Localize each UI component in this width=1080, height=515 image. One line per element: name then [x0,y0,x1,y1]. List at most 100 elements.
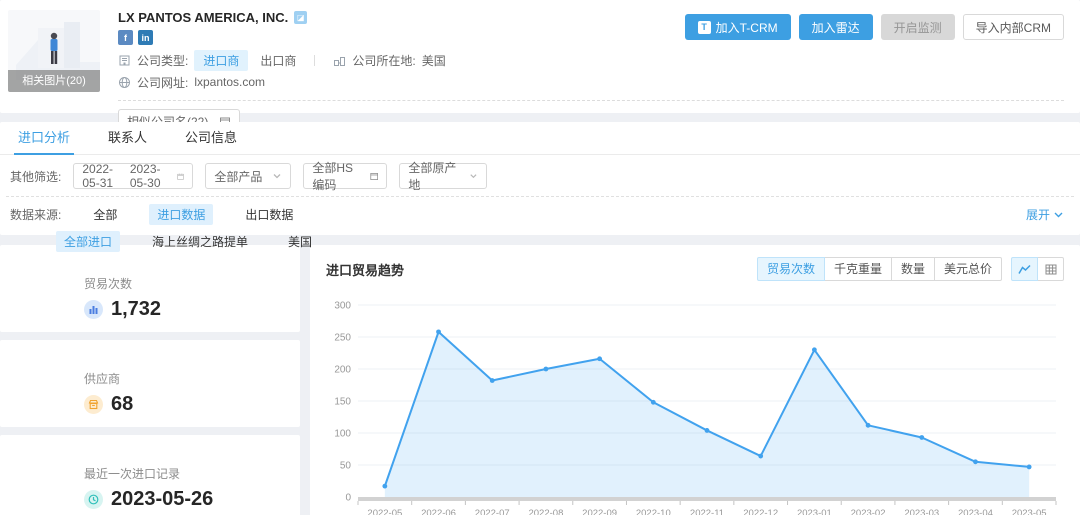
start-monitor-button[interactable]: 开启监测 [881,14,955,40]
page: 相关图片(20) LX PANTOS AMERICA, INC. ◪ f in … [0,0,1080,515]
linkedin-icon[interactable]: in [138,30,153,45]
expand-toggle[interactable]: 展开 [1026,206,1064,223]
tab-import-analysis[interactable]: 进口分析 [18,122,70,155]
stat-value: 2023-05-26 [111,488,213,511]
globe-icon [118,76,131,89]
sub-option-usa[interactable]: 美国 [280,231,320,252]
chart-title: 进口贸易趋势 [326,260,404,279]
building-icon [118,54,131,67]
table-grid-icon [1045,264,1057,275]
panel-icon [370,171,378,182]
svg-text:2022-05: 2022-05 [367,508,402,515]
header-actions: T 加入T-CRM 加入雷达 开启监测 导入内部CRM [685,14,1064,40]
metric-quantity[interactable]: 数量 [891,257,935,281]
stats-column: 贸易次数 1,732 供应商 [0,245,300,515]
data-source-sub-row: 全部进口 海上丝绸之路提单 美国 [0,225,1080,252]
chevron-down-icon [272,171,282,181]
metric-kg-weight[interactable]: 千克重量 [824,257,892,281]
tcrm-icon: T [698,21,711,34]
facebook-icon[interactable]: f [118,30,133,45]
add-radar-label: 加入雷达 [812,19,860,36]
origin-select[interactable]: 全部原产地 [399,163,487,189]
tab-contacts[interactable]: 联系人 [108,122,147,155]
company-header-card: 相关图片(20) LX PANTOS AMERICA, INC. ◪ f in … [0,0,1080,113]
sub-option-silk-road[interactable]: 海上丝绸之路提单 [144,231,256,252]
company-badge-icon[interactable]: ◪ [294,11,307,24]
source-option-import[interactable]: 进口数据 [149,204,213,225]
importer-tag[interactable]: 进口商 [194,50,248,71]
svg-text:2023-03: 2023-03 [904,508,939,515]
line-chart-icon [1018,264,1031,275]
company-name: LX PANTOS AMERICA, INC. [118,10,288,25]
metric-toggle-group: 贸易次数 千克重量 数量 美元总价 [757,257,1002,281]
source-option-export[interactable]: 出口数据 [237,204,301,225]
main-content: 贸易次数 1,732 供应商 [0,245,1080,515]
stat-value: 1,732 [111,298,161,321]
date-end: 2023-05-30 [130,162,169,190]
clock-icon [84,490,103,509]
company-type-label: 公司类型: [137,52,188,69]
svg-text:2022-07: 2022-07 [475,508,510,515]
line-chart-view-button[interactable] [1011,257,1038,281]
chevron-down-icon [469,171,478,181]
svg-text:2022-08: 2022-08 [528,508,563,515]
add-tcrm-label: 加入T-CRM [716,19,778,36]
calendar-icon [177,171,184,182]
date-start: 2022-05-31 [82,162,121,190]
add-radar-button[interactable]: 加入雷达 [799,14,873,40]
header-dashed-divider [118,100,1064,101]
website-value[interactable]: lxpantos.com [194,75,265,89]
table-view-button[interactable] [1037,257,1064,281]
stat-card-last-import: 最近一次进口记录 2023-05-26 [0,435,300,515]
svg-text:2022-11: 2022-11 [690,508,724,515]
chart-controls: 贸易次数 千克重量 数量 美元总价 [757,257,1064,281]
shop-icon [84,395,103,414]
import-trend-chart[interactable]: 0501001502002503002022-052022-062022-072… [326,291,1064,515]
related-images-label[interactable]: 相关图片(20) [8,70,100,92]
svg-text:100: 100 [334,429,351,440]
data-source-label: 数据来源: [10,206,61,223]
svg-text:2022-12: 2022-12 [743,508,778,515]
chart-header: 进口贸易趋势 贸易次数 千克重量 数量 美元总价 [326,257,1064,281]
exporter-tag[interactable]: 出口商 [260,52,296,69]
bar-chart-icon [84,300,103,319]
vertical-divider [314,55,315,66]
import-trend-card: 进口贸易趋势 贸易次数 千克重量 数量 美元总价 [310,245,1080,515]
metric-trade-count[interactable]: 贸易次数 [757,257,825,281]
stat-label: 供应商 [84,370,300,387]
hs-code-select[interactable]: 全部HS编码 [303,163,387,189]
location-label: 公司所在地: [352,52,415,69]
svg-text:0: 0 [345,493,351,504]
metric-usd-total[interactable]: 美元总价 [934,257,1002,281]
import-crm-button[interactable]: 导入内部CRM [963,14,1064,40]
import-crm-label: 导入内部CRM [976,19,1051,36]
location-org-icon [333,54,346,67]
stat-card-suppliers: 供应商 68 [0,340,300,427]
add-tcrm-button[interactable]: T 加入T-CRM [685,14,791,40]
sub-option-all-import[interactable]: 全部进口 [56,231,120,252]
product-select[interactable]: 全部产品 [205,163,291,189]
analysis-section: 进口分析 联系人 公司信息 其他筛选: 2022-05-31 2023-05-3… [0,122,1080,235]
svg-text:50: 50 [340,461,352,472]
stat-value: 68 [111,393,133,416]
svg-text:2022-06: 2022-06 [421,508,456,515]
source-option-all[interactable]: 全部 [85,204,125,225]
svg-text:150: 150 [334,397,351,408]
svg-text:2023-02: 2023-02 [851,508,886,515]
svg-text:2022-09: 2022-09 [582,508,617,515]
stat-label: 最近一次进口记录 [84,465,300,482]
hs-code-value: 全部HS编码 [312,159,362,193]
website-label: 公司网址: [137,74,188,91]
chevron-down-icon [1053,209,1064,220]
start-monitor-label: 开启监测 [894,19,942,36]
expand-label: 展开 [1026,206,1050,223]
tabs-bar: 进口分析 联系人 公司信息 [0,122,1080,155]
company-image[interactable]: 相关图片(20) [8,10,100,92]
svg-text:200: 200 [334,365,351,376]
svg-text:2022-10: 2022-10 [636,508,671,515]
date-range-picker[interactable]: 2022-05-31 2023-05-30 [73,163,193,189]
tab-company-info[interactable]: 公司信息 [185,122,237,155]
filter-row: 其他筛选: 2022-05-31 2023-05-30 全部产品 全部HS编码 [0,155,1080,196]
stat-card-trade-count: 贸易次数 1,732 [0,245,300,332]
view-toggle-group [1012,257,1064,281]
